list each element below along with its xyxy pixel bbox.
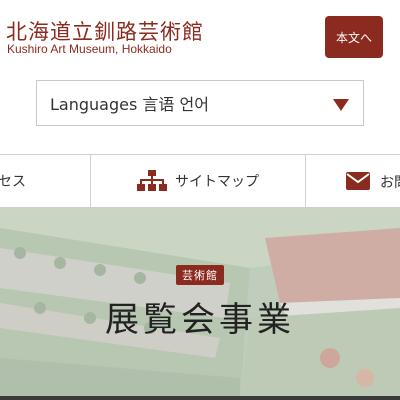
nav-item-sitemap[interactable]: サイトマップ: [90, 155, 305, 207]
nav-item-label: サイトマップ: [175, 174, 259, 190]
language-select-value: Languages 言语 언어: [50, 95, 209, 114]
skip-to-content-button[interactable]: 本文へ: [325, 16, 383, 58]
site-subtitle: Kushiro Art Museum, Hokkaido: [7, 42, 172, 56]
nav-item-access[interactable]: セス: [0, 155, 90, 207]
mail-icon: [346, 172, 370, 190]
main-nav: セス サイトマップ お問: [0, 154, 400, 208]
chevron-down-icon: [333, 99, 349, 111]
hero-bottom-strip: [0, 396, 400, 400]
language-select[interactable]: Languages 言语 언어: [36, 80, 364, 126]
nav-item-contact[interactable]: お問: [305, 155, 400, 207]
nav-item-label: お問: [380, 175, 400, 191]
hero-banner: 芸術館 展覧会事業: [0, 208, 400, 400]
site-header: 北海道立釧路芸術館 Kushiro Art Museum, Hokkaido 本…: [0, 0, 400, 72]
hero-badge: 芸術館: [176, 265, 224, 285]
nav-item-label: セス: [0, 174, 26, 190]
sitemap-icon: [137, 170, 167, 191]
page-title: 展覧会事業: [105, 300, 295, 340]
